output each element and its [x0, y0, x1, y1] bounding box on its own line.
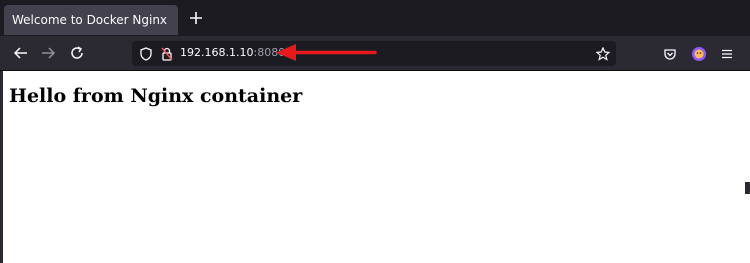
page-content: Hello from Nginx container — [0, 71, 750, 263]
browser-window: Welcome to Docker Nginx 192.168.1.10:808… — [0, 0, 750, 263]
page-heading: Hello from Nginx container — [9, 85, 303, 107]
scrollbar[interactable] — [745, 182, 750, 194]
